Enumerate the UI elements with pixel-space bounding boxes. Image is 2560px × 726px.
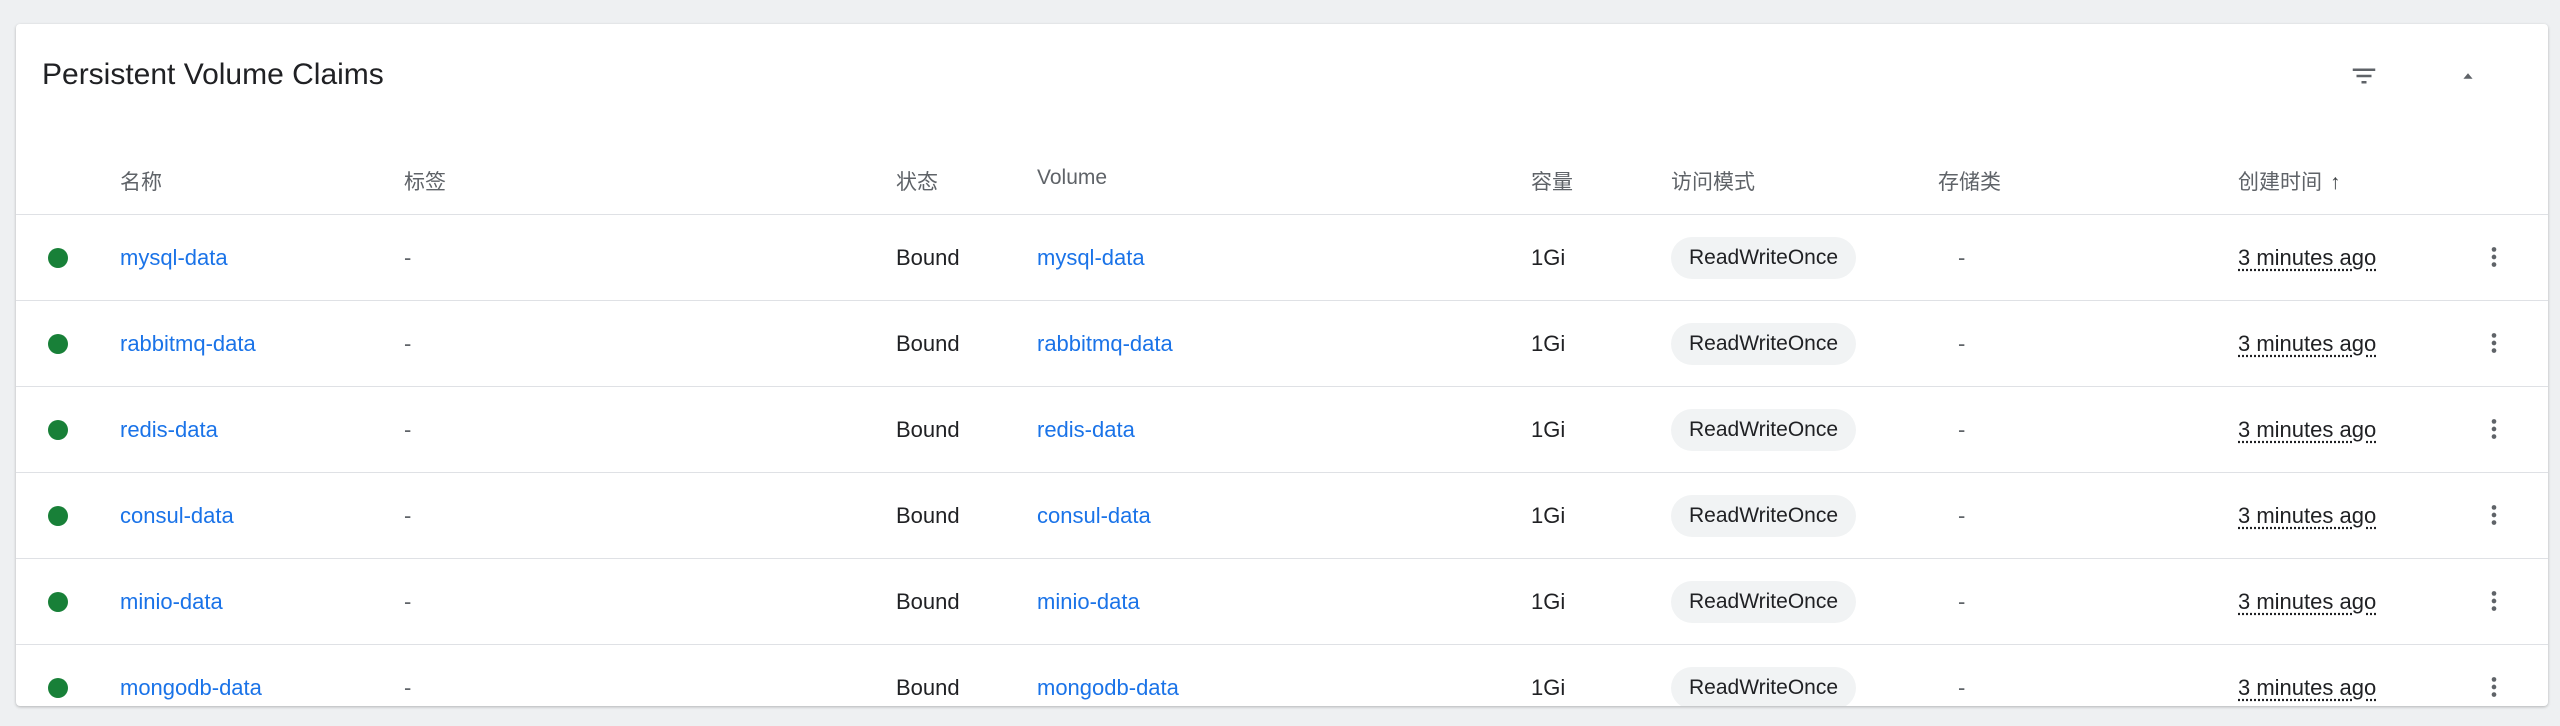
column-header-capacity[interactable]: 容量 [1531, 166, 1573, 196]
table-row: minio-data - Bound minio-data 1Gi ReadWr… [16, 559, 2548, 645]
status-value: Bound [896, 502, 960, 528]
storage-class-value: - [1958, 674, 1966, 700]
created-time[interactable]: 3 minutes ago [2238, 331, 2376, 357]
storage-class-value: - [1958, 244, 1966, 270]
storage-class-value: - [1958, 588, 1966, 614]
pvc-name-link[interactable]: rabbitmq-data [120, 331, 256, 357]
pvc-name-link[interactable]: mongodb-data [120, 675, 262, 701]
capacity-value: 1Gi [1531, 244, 1566, 270]
access-mode-chip: ReadWriteOnce [1671, 666, 1857, 706]
volume-link[interactable]: consul-data [1037, 503, 1151, 529]
volume-link[interactable]: mysql-data [1037, 245, 1145, 271]
row-actions-button[interactable] [2472, 579, 2516, 623]
status-ok-icon [48, 678, 68, 698]
collapse-button[interactable] [2442, 50, 2494, 102]
column-header-labels: 标签 [404, 171, 446, 194]
filter-button[interactable] [2338, 50, 2390, 102]
access-mode-chip: ReadWriteOnce [1671, 236, 1857, 279]
pvc-name-link[interactable]: minio-data [120, 589, 223, 615]
more-vert-icon [2491, 677, 2497, 697]
column-header-storage-class[interactable]: 存储类 [1938, 166, 2001, 196]
capacity-value: 1Gi [1531, 330, 1566, 356]
labels-value: - [404, 244, 412, 270]
created-time[interactable]: 3 minutes ago [2238, 245, 2376, 271]
volume-link[interactable]: minio-data [1037, 589, 1140, 615]
row-actions-button[interactable] [2472, 407, 2516, 451]
capacity-value: 1Gi [1531, 416, 1566, 442]
arrow-drop-up-icon [2463, 73, 2473, 79]
labels-value: - [404, 330, 412, 356]
capacity-value: 1Gi [1531, 502, 1566, 528]
column-header-created-label: 创建时间 [2238, 171, 2322, 194]
more-vert-icon [2491, 591, 2497, 611]
volume-link[interactable]: redis-data [1037, 417, 1135, 443]
status-ok-icon [48, 592, 68, 612]
storage-class-value: - [1958, 416, 1966, 442]
table-header: 名称 标签 状态 Volume 容量 访问模式 存储类 创建时间 ↑ [16, 144, 2548, 215]
arrow-upward-icon: ↑ [2330, 171, 2341, 194]
created-time[interactable]: 3 minutes ago [2238, 675, 2376, 701]
status-value: Bound [896, 416, 960, 442]
capacity-value: 1Gi [1531, 588, 1566, 614]
pvc-name-link[interactable]: mysql-data [120, 245, 228, 271]
status-ok-icon [48, 506, 68, 526]
row-actions-button[interactable] [2472, 493, 2516, 537]
pvc-card: Persistent Volume Claims 名称 标签 状态 Volume… [16, 24, 2548, 706]
table-row: mysql-data - Bound mysql-data 1Gi ReadWr… [16, 215, 2548, 301]
labels-value: - [404, 416, 412, 442]
volume-link[interactable]: rabbitmq-data [1037, 331, 1173, 357]
row-actions-button[interactable] [2472, 235, 2516, 279]
pvc-name-link[interactable]: consul-data [120, 503, 234, 529]
more-vert-icon [2491, 247, 2497, 267]
table-row: consul-data - Bound consul-data 1Gi Read… [16, 473, 2548, 559]
card-header: Persistent Volume Claims [16, 24, 2548, 124]
column-header-status[interactable]: 状态 [896, 166, 938, 196]
more-vert-icon [2491, 333, 2497, 353]
created-time[interactable]: 3 minutes ago [2238, 417, 2376, 443]
capacity-value: 1Gi [1531, 674, 1566, 700]
column-header-name[interactable]: 名称 [120, 166, 162, 196]
filter-list-icon [2352, 68, 2376, 84]
status-ok-icon [48, 420, 68, 440]
status-value: Bound [896, 588, 960, 614]
more-vert-icon [2491, 505, 2497, 525]
volume-link[interactable]: mongodb-data [1037, 675, 1179, 701]
row-actions-button[interactable] [2472, 321, 2516, 365]
table-row: rabbitmq-data - Bound rabbitmq-data 1Gi … [16, 301, 2548, 387]
access-mode-chip: ReadWriteOnce [1671, 322, 1857, 365]
table-body: mysql-data - Bound mysql-data 1Gi ReadWr… [16, 215, 2548, 706]
labels-value: - [404, 674, 412, 700]
table-row: redis-data - Bound redis-data 1Gi ReadWr… [16, 387, 2548, 473]
status-value: Bound [896, 330, 960, 356]
labels-value: - [404, 588, 412, 614]
access-mode-chip: ReadWriteOnce [1671, 408, 1857, 451]
status-ok-icon [48, 248, 68, 268]
table-row: mongodb-data - Bound mongodb-data 1Gi Re… [16, 645, 2548, 706]
more-vert-icon [2491, 419, 2497, 439]
status-value: Bound [896, 674, 960, 700]
storage-class-value: - [1958, 330, 1966, 356]
created-time[interactable]: 3 minutes ago [2238, 589, 2376, 615]
column-header-volume[interactable]: Volume [1037, 166, 1107, 190]
status-value: Bound [896, 244, 960, 270]
row-actions-button[interactable] [2472, 665, 2516, 706]
access-mode-chip: ReadWriteOnce [1671, 494, 1857, 537]
access-mode-chip: ReadWriteOnce [1671, 580, 1857, 623]
card-title: Persistent Volume Claims [42, 58, 384, 91]
labels-value: - [404, 502, 412, 528]
created-time[interactable]: 3 minutes ago [2238, 503, 2376, 529]
storage-class-value: - [1958, 502, 1966, 528]
column-header-access-modes[interactable]: 访问模式 [1671, 166, 1755, 196]
status-ok-icon [48, 334, 68, 354]
pvc-name-link[interactable]: redis-data [120, 417, 218, 443]
column-header-created[interactable]: 创建时间 ↑ [2238, 166, 2341, 196]
